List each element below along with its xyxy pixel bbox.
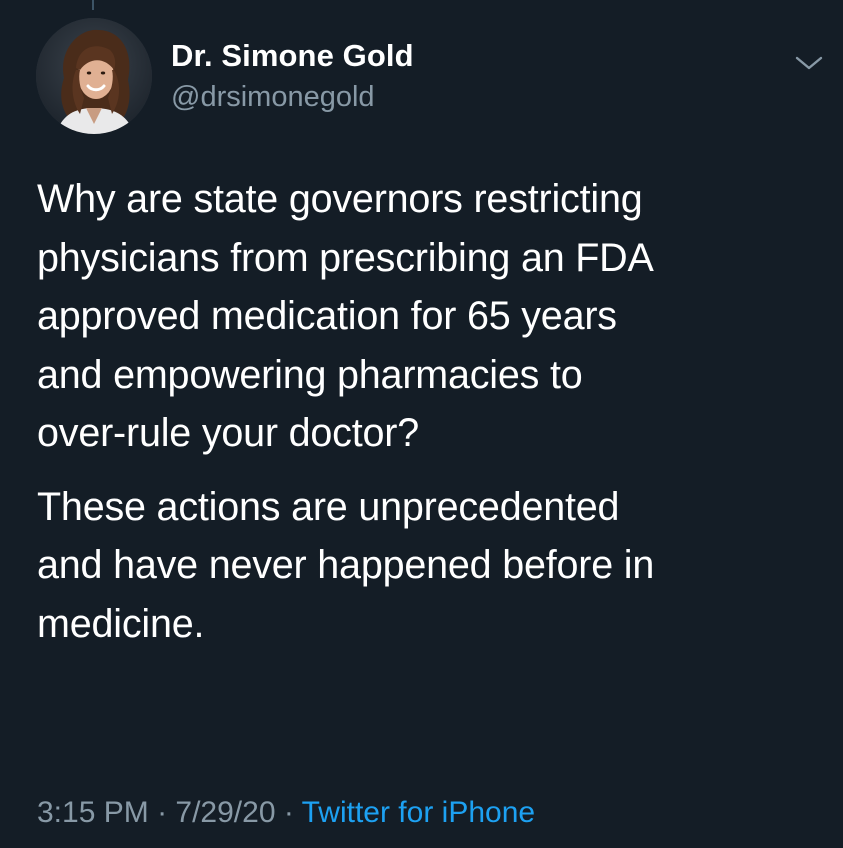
tweet-metadata: 3:15 PM · 7/29/20 · Twitter for iPhone — [37, 796, 535, 830]
tweet-date[interactable]: 7/29/20 — [175, 796, 275, 829]
avatar[interactable] — [36, 18, 152, 134]
tweet-header: Dr. Simone Gold @drsimonegold — [36, 18, 826, 134]
chevron-down-icon — [795, 56, 823, 70]
tweet-source-link[interactable]: Twitter for iPhone — [302, 796, 535, 829]
tweet-paragraph: Why are state governors restricting phys… — [37, 177, 654, 455]
author-display-name[interactable]: Dr. Simone Gold — [171, 38, 414, 74]
author-handle[interactable]: @drsimonegold — [171, 81, 375, 114]
meta-separator: · — [275, 796, 302, 829]
tweet-text: Why are state governors restricting phys… — [37, 170, 827, 653]
thread-connector-line — [92, 0, 94, 10]
meta-separator: · — [148, 796, 176, 829]
tweet-menu-button[interactable] — [792, 52, 826, 74]
profile-photo-icon — [36, 18, 152, 134]
tweet-time[interactable]: 3:15 PM — [37, 796, 149, 829]
tweet-paragraph: These actions are unprecedented and have… — [37, 484, 655, 646]
